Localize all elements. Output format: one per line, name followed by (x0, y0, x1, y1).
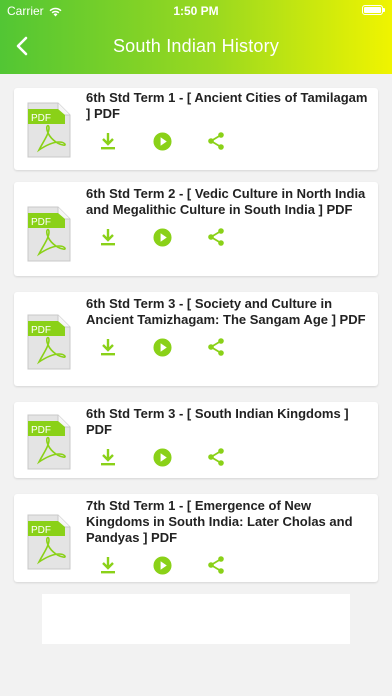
play-button[interactable] (151, 336, 173, 358)
pdf-file-icon: PDF (27, 314, 71, 370)
play-button[interactable] (151, 446, 173, 468)
download-button[interactable] (97, 554, 119, 576)
play-button[interactable] (151, 130, 173, 152)
pdf-card[interactable]: PDF 6th Std Term 1 - [ Ancient Cities of… (14, 88, 378, 170)
page-title: South Indian History (112, 36, 280, 56)
play-circle-icon (152, 131, 172, 151)
share-icon (208, 228, 224, 246)
navbar: South Indian History (0, 22, 392, 74)
pdf-card[interactable]: PDF 6th Std Term 3 - [ South Indian King… (14, 402, 378, 478)
pdf-file-icon: PDF (27, 414, 71, 470)
pdf-badge-text: PDF (31, 217, 51, 228)
play-button[interactable] (151, 554, 173, 576)
share-button[interactable] (205, 336, 227, 358)
app-header: Carrier 1:50 PM South Indian History (0, 0, 392, 74)
share-icon (208, 556, 224, 574)
play-circle-icon (152, 555, 172, 575)
ad-banner-placeholder[interactable] (42, 594, 350, 644)
pdf-card[interactable]: PDF 6th Std Term 3 - [ Society and Cultu… (14, 292, 378, 386)
share-button[interactable] (205, 554, 227, 576)
download-button[interactable] (97, 130, 119, 152)
share-icon (208, 132, 224, 150)
card-actions (97, 328, 378, 366)
pdf-title: 6th Std Term 1 - [ Ancient Cities of Tam… (86, 90, 368, 121)
battery-icon (362, 5, 385, 15)
pdf-badge-text: PDF (31, 525, 51, 536)
pdf-badge-text: PDF (31, 325, 51, 336)
download-icon (101, 133, 115, 150)
pdf-list: PDF 6th Std Term 1 - [ Ancient Cities of… (14, 88, 378, 598)
download-icon (101, 449, 115, 466)
share-icon (208, 338, 224, 356)
card-actions (97, 438, 378, 476)
play-button[interactable] (151, 226, 173, 248)
pdf-file-icon: PDF (27, 206, 71, 262)
pdf-file-icon: PDF (27, 102, 71, 158)
status-bar: Carrier 1:50 PM (0, 0, 392, 22)
play-circle-icon (152, 227, 172, 247)
pdf-file-icon: PDF (27, 514, 71, 570)
share-button[interactable] (205, 446, 227, 468)
download-icon (101, 557, 115, 574)
pdf-title: 7th Std Term 1 - [ Emergence of New King… (86, 498, 353, 545)
share-icon (208, 448, 224, 466)
share-button[interactable] (205, 130, 227, 152)
download-button[interactable] (97, 226, 119, 248)
download-button[interactable] (97, 336, 119, 358)
card-actions (97, 122, 378, 160)
pdf-card[interactable]: PDF 7th Std Term 1 - [ Emergence of New … (14, 494, 378, 582)
play-circle-icon (152, 337, 172, 357)
share-button[interactable] (205, 226, 227, 248)
download-button[interactable] (97, 446, 119, 468)
pdf-card[interactable]: PDF 6th Std Term 2 - [ Vedic Culture in … (14, 182, 378, 276)
download-icon (101, 229, 115, 246)
card-actions (97, 546, 378, 584)
pdf-title: 6th Std Term 2 - [ Vedic Culture in Nort… (86, 186, 366, 217)
pdf-title: 6th Std Term 3 - [ Society and Culture i… (86, 296, 366, 327)
pdf-title: 6th Std Term 3 - [ South Indian Kingdoms… (86, 406, 349, 437)
status-time: 1:50 PM (173, 4, 219, 18)
pdf-badge-text: PDF (31, 113, 51, 124)
card-actions (97, 218, 378, 256)
pdf-badge-text: PDF (31, 425, 51, 436)
play-circle-icon (152, 447, 172, 467)
download-icon (101, 339, 115, 356)
